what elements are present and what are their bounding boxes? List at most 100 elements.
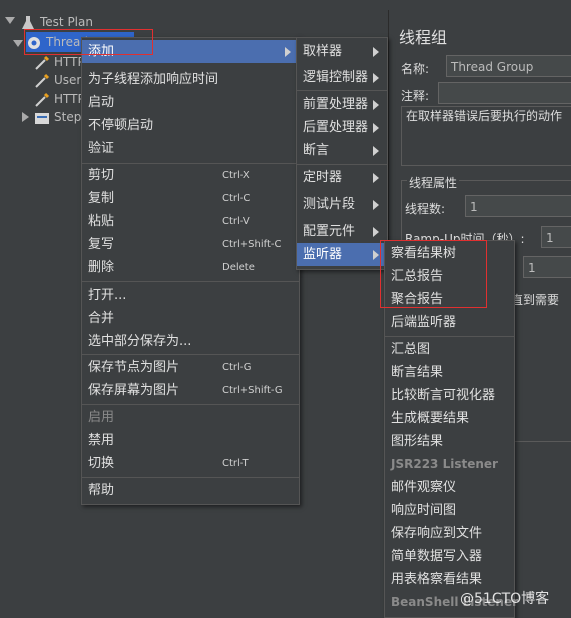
comment-label: 注释:: [401, 89, 430, 103]
until-needed-label: 直到需要: [511, 293, 560, 307]
menu-item-post-processor[interactable]: 后置处理器: [297, 116, 387, 139]
menu-label: 逻辑控制器: [303, 70, 369, 85]
context-menu: 添加 为子线程添加响应时间 启动 不停顿启动 验证 剪切 Ctrl-X 复制 Ctr…: [81, 37, 300, 505]
menu-label: 复写: [88, 237, 115, 252]
menu-separator: [82, 404, 299, 405]
menu-item-compare-assertion-visualizer[interactable]: 比较断言可视化器: [385, 384, 514, 407]
menu-item-add-response-time[interactable]: 为子线程添加响应时间: [82, 68, 299, 91]
controller-icon: [34, 110, 50, 126]
menu-item-config-element[interactable]: 配置元件: [297, 220, 387, 243]
menu-item-listener[interactable]: 监听器: [297, 243, 387, 266]
menu-item-simple-data-writer[interactable]: 简单数据写入器: [385, 545, 514, 568]
menu-item-delete[interactable]: 删除 Delete: [82, 256, 299, 279]
loop-count-field[interactable]: 1: [523, 256, 571, 278]
menu-separator: [82, 354, 299, 355]
menu-item-response-time-graph[interactable]: 响应时间图: [385, 499, 514, 522]
on-error-label: 在取样器错误后要执行的动作: [406, 109, 563, 123]
tree-node-http[interactable]: HTTP: [34, 52, 85, 72]
menu-label: 监听器: [303, 247, 343, 262]
menu-item-toggle[interactable]: 切换 Ctrl-T: [82, 452, 299, 475]
highlight-box: [24, 29, 153, 55]
tree-node-step[interactable]: Step: [34, 107, 81, 127]
menu-item-summary-graph[interactable]: 汇总图: [385, 338, 514, 361]
menu-item-start-no-pause[interactable]: 不停顿启动: [82, 114, 299, 137]
name-field[interactable]: Thread Group: [446, 55, 571, 77]
menu-item-enable: 启用: [82, 406, 299, 429]
menu-label: 打开...: [88, 288, 127, 303]
menu-separator: [297, 90, 387, 91]
menu-item-save-responses[interactable]: 保存响应到文件: [385, 522, 514, 545]
menu-item-copy[interactable]: 复制 Ctrl-C: [82, 187, 299, 210]
menu-item-merge[interactable]: 合并: [82, 307, 299, 330]
menu-item-duplicate[interactable]: 复写 Ctrl+Shift-C: [82, 233, 299, 256]
menu-label: 帮助: [88, 483, 115, 498]
add-submenu: 取样器 逻辑控制器 前置处理器 后置处理器 断言 定时器 测试片段 配置元件 监…: [296, 37, 388, 270]
menu-shortcut: Ctrl-C: [222, 193, 251, 204]
submenu-arrow-icon: [373, 227, 379, 237]
menu-shortcut: Ctrl-G: [222, 362, 252, 373]
menu-label: 不停顿启动: [88, 118, 154, 133]
menu-item-start[interactable]: 启动: [82, 91, 299, 114]
menu-shortcut: Ctrl-V: [222, 216, 250, 227]
menu-item-save-node-image[interactable]: 保存节点为图片 Ctrl-G: [82, 356, 299, 379]
menu-label: 后端监听器: [391, 315, 457, 330]
menu-label: 合并: [88, 311, 115, 326]
menu-item-cut[interactable]: 剪切 Ctrl-X: [82, 164, 299, 187]
menu-item-validate[interactable]: 验证: [82, 137, 299, 160]
submenu-arrow-icon: [373, 123, 379, 133]
menu-item-save-selection[interactable]: 选中部分保存为...: [82, 330, 299, 353]
menu-item-paste[interactable]: 粘贴 Ctrl-V: [82, 210, 299, 233]
menu-label: 切换: [88, 456, 115, 471]
menu-label: 保存屏幕为图片: [88, 383, 180, 398]
tree-node-user[interactable]: User: [34, 70, 81, 90]
expand-arrow-icon[interactable]: [13, 40, 23, 47]
wrench-icon: [34, 92, 50, 108]
expand-arrow-icon[interactable]: [5, 17, 15, 24]
menu-item-sampler[interactable]: 取样器: [297, 40, 387, 63]
menu-item-disable[interactable]: 禁用: [82, 429, 299, 452]
menu-item-generate-summary[interactable]: 生成概要结果: [385, 407, 514, 430]
menu-label: 粘贴: [88, 214, 115, 229]
menu-item-jsr223-listener[interactable]: JSR223 Listener: [385, 453, 514, 476]
menu-label: 复制: [88, 191, 115, 206]
menu-item-mailer-visualizer[interactable]: 邮件观察仪: [385, 476, 514, 499]
menu-label: 保存响应到文件: [391, 526, 483, 541]
menu-item-backend-listener[interactable]: 后端监听器: [385, 311, 514, 334]
menu-shortcut: Ctrl+Shift-G: [222, 385, 283, 396]
menu-item-graph-results[interactable]: 图形结果: [385, 430, 514, 453]
submenu-arrow-icon: [373, 173, 379, 183]
comment-field[interactable]: [438, 82, 571, 104]
menu-label: 生成概要结果: [391, 411, 470, 426]
menu-separator: [385, 336, 514, 337]
submenu-arrow-icon: [373, 250, 379, 260]
menu-item-logic-controller[interactable]: 逻辑控制器: [297, 66, 387, 89]
menu-label: 剪切: [88, 168, 115, 183]
menu-separator: [82, 281, 299, 282]
collapsed-arrow-icon[interactable]: [22, 112, 29, 122]
rampup-field[interactable]: 1: [541, 226, 571, 248]
menu-label: 简单数据写入器: [391, 549, 483, 564]
menu-label: 比较断言可视化器: [391, 388, 496, 403]
menu-item-assertion[interactable]: 断言: [297, 139, 387, 162]
menu-item-open[interactable]: 打开...: [82, 284, 299, 307]
menu-item-help[interactable]: 帮助: [82, 479, 299, 502]
wrench-icon: [34, 73, 50, 89]
submenu-arrow-icon: [373, 200, 379, 210]
menu-label: 后置处理器: [303, 120, 369, 135]
num-threads-label: 线程数:: [405, 202, 446, 216]
menu-separator: [297, 164, 387, 165]
num-threads-field[interactable]: 1: [465, 195, 571, 217]
menu-label: 前置处理器: [303, 97, 369, 112]
submenu-arrow-icon: [373, 47, 379, 57]
menu-item-timer[interactable]: 定时器: [297, 166, 387, 189]
tree-node-label: Test Plan: [40, 15, 93, 29]
menu-item-assertion-results[interactable]: 断言结果: [385, 361, 514, 384]
menu-item-test-fragment[interactable]: 测试片段: [297, 193, 387, 216]
menu-item-save-screen-image[interactable]: 保存屏幕为图片 Ctrl+Shift-G: [82, 379, 299, 402]
menu-label: 保存节点为图片: [88, 360, 180, 375]
tree-node-http[interactable]: HTTP: [34, 89, 85, 109]
menu-label: JSR223 Listener: [391, 457, 498, 471]
menu-shortcut: Ctrl-T: [222, 458, 249, 469]
menu-item-pre-processor[interactable]: 前置处理器: [297, 93, 387, 116]
menu-label: 用表格察看结果: [391, 572, 483, 587]
